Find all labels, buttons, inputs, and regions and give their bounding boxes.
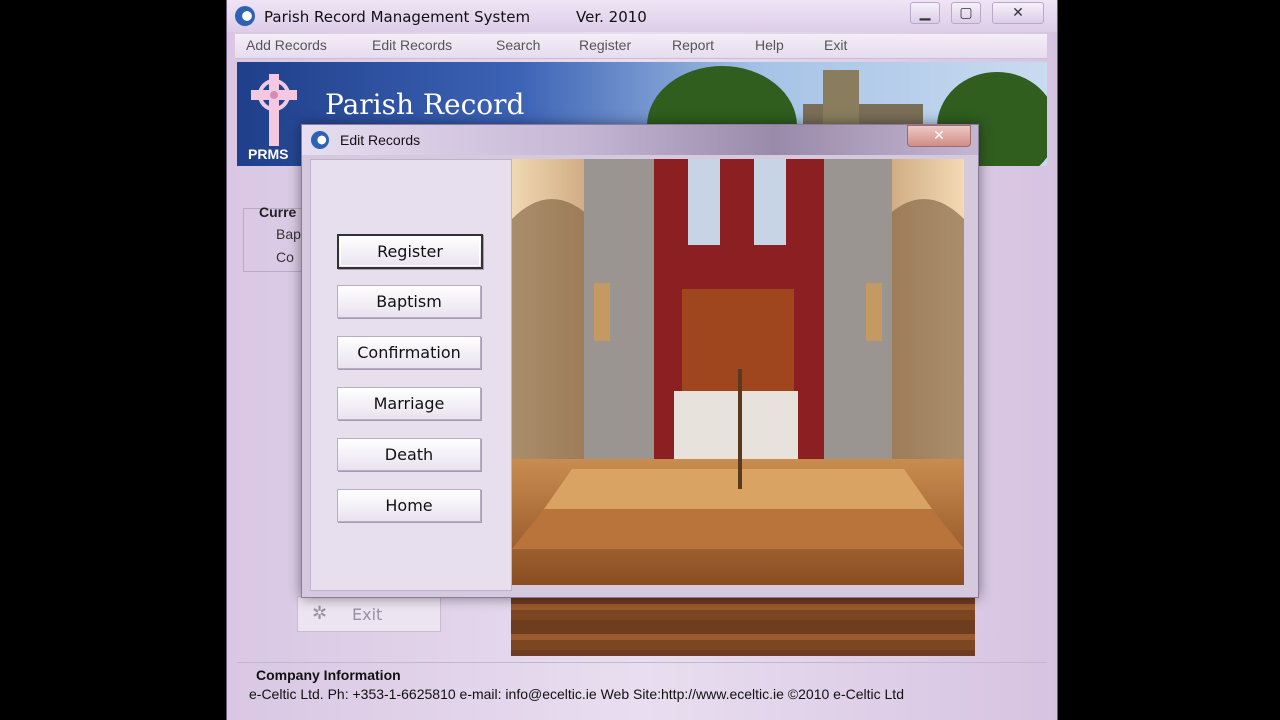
dialog-logo-icon xyxy=(311,131,329,149)
current-item-confirmation: Co xyxy=(276,249,294,265)
maximize-button[interactable]: ▢ xyxy=(951,2,981,24)
marriage-button[interactable]: Marriage xyxy=(337,387,481,420)
background-church-photo xyxy=(511,590,975,656)
church-interior-photo xyxy=(512,159,964,585)
company-info: Company Information e-Celtic Ltd. Ph: +3… xyxy=(237,662,1047,713)
menu-bar: Add Records Edit Records Search Register… xyxy=(235,34,1047,59)
dialog-close-button[interactable]: ✕ xyxy=(907,125,971,147)
menu-add-records[interactable]: Add Records xyxy=(246,37,327,53)
confirmation-button[interactable]: Confirmation xyxy=(337,336,481,369)
baptism-button[interactable]: Baptism xyxy=(337,285,481,318)
edit-records-dialog: Edit Records ✕ Register Baptism Confirma… xyxy=(301,124,979,598)
menu-search[interactable]: Search xyxy=(496,37,540,53)
minimize-button[interactable]: ▁ xyxy=(910,2,940,24)
banner-title: Parish Record xyxy=(325,88,525,121)
celtic-cross-icon xyxy=(251,74,297,146)
exit-button-background[interactable]: ✲ Exit xyxy=(297,596,441,632)
dialog-button-panel: Register Baptism Confirmation Marriage D… xyxy=(310,159,512,591)
app-logo-icon xyxy=(235,6,255,26)
exit-button-label: Exit xyxy=(352,605,383,624)
register-button[interactable]: Register xyxy=(337,234,483,269)
exit-icon: ✲ xyxy=(312,603,328,624)
current-item-baptism: Bap xyxy=(276,226,301,242)
close-button[interactable]: ✕ xyxy=(992,2,1044,24)
menu-help[interactable]: Help xyxy=(755,37,784,53)
window-title: Parish Record Management System xyxy=(264,8,531,26)
menu-exit[interactable]: Exit xyxy=(824,37,847,53)
title-bar: Parish Record Management System Ver. 201… xyxy=(227,0,1057,32)
dialog-title-bar: Edit Records ✕ xyxy=(302,125,978,155)
company-title: Company Information xyxy=(256,667,401,683)
dialog-title: Edit Records xyxy=(340,132,421,148)
home-button[interactable]: Home xyxy=(337,489,481,522)
menu-edit-records[interactable]: Edit Records xyxy=(372,37,452,53)
menu-report[interactable]: Report xyxy=(672,37,714,53)
current-label: Curre xyxy=(259,204,297,220)
death-button[interactable]: Death xyxy=(337,438,481,471)
menu-register[interactable]: Register xyxy=(579,37,631,53)
version-label: Ver. 2010 xyxy=(576,8,647,26)
prms-logo-text: PRMS xyxy=(248,146,289,162)
company-details: e-Celtic Ltd. Ph: +353-1-6625810 e-mail:… xyxy=(249,686,904,702)
church-altar-image xyxy=(512,159,964,585)
